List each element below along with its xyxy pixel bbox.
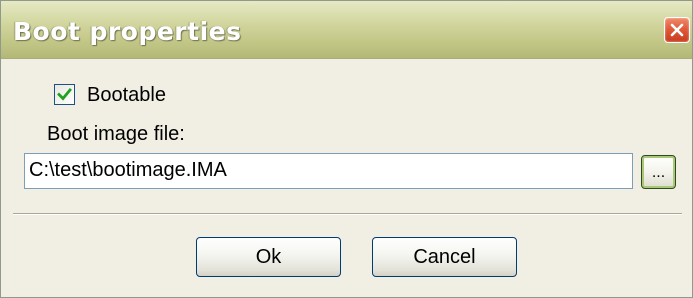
boot-image-file-label: Boot image file: (47, 123, 185, 145)
bootable-label[interactable]: Bootable (87, 84, 166, 107)
close-icon (670, 23, 684, 37)
bootable-checkbox[interactable] (54, 84, 75, 105)
ok-button[interactable]: Ok (196, 237, 341, 277)
divider (13, 213, 682, 215)
checkmark-icon (57, 88, 72, 101)
close-button[interactable] (664, 17, 690, 43)
cancel-button[interactable]: Cancel (372, 237, 517, 277)
boot-image-path-input[interactable]: C:\test\bootimage.IMA (24, 153, 633, 189)
title-bar[interactable]: Boot properties (1, 1, 692, 59)
browse-button[interactable]: ... (641, 155, 676, 189)
boot-properties-dialog: Boot properties Bootable Boot image file… (0, 0, 693, 298)
window-title: Boot properties (13, 17, 242, 46)
